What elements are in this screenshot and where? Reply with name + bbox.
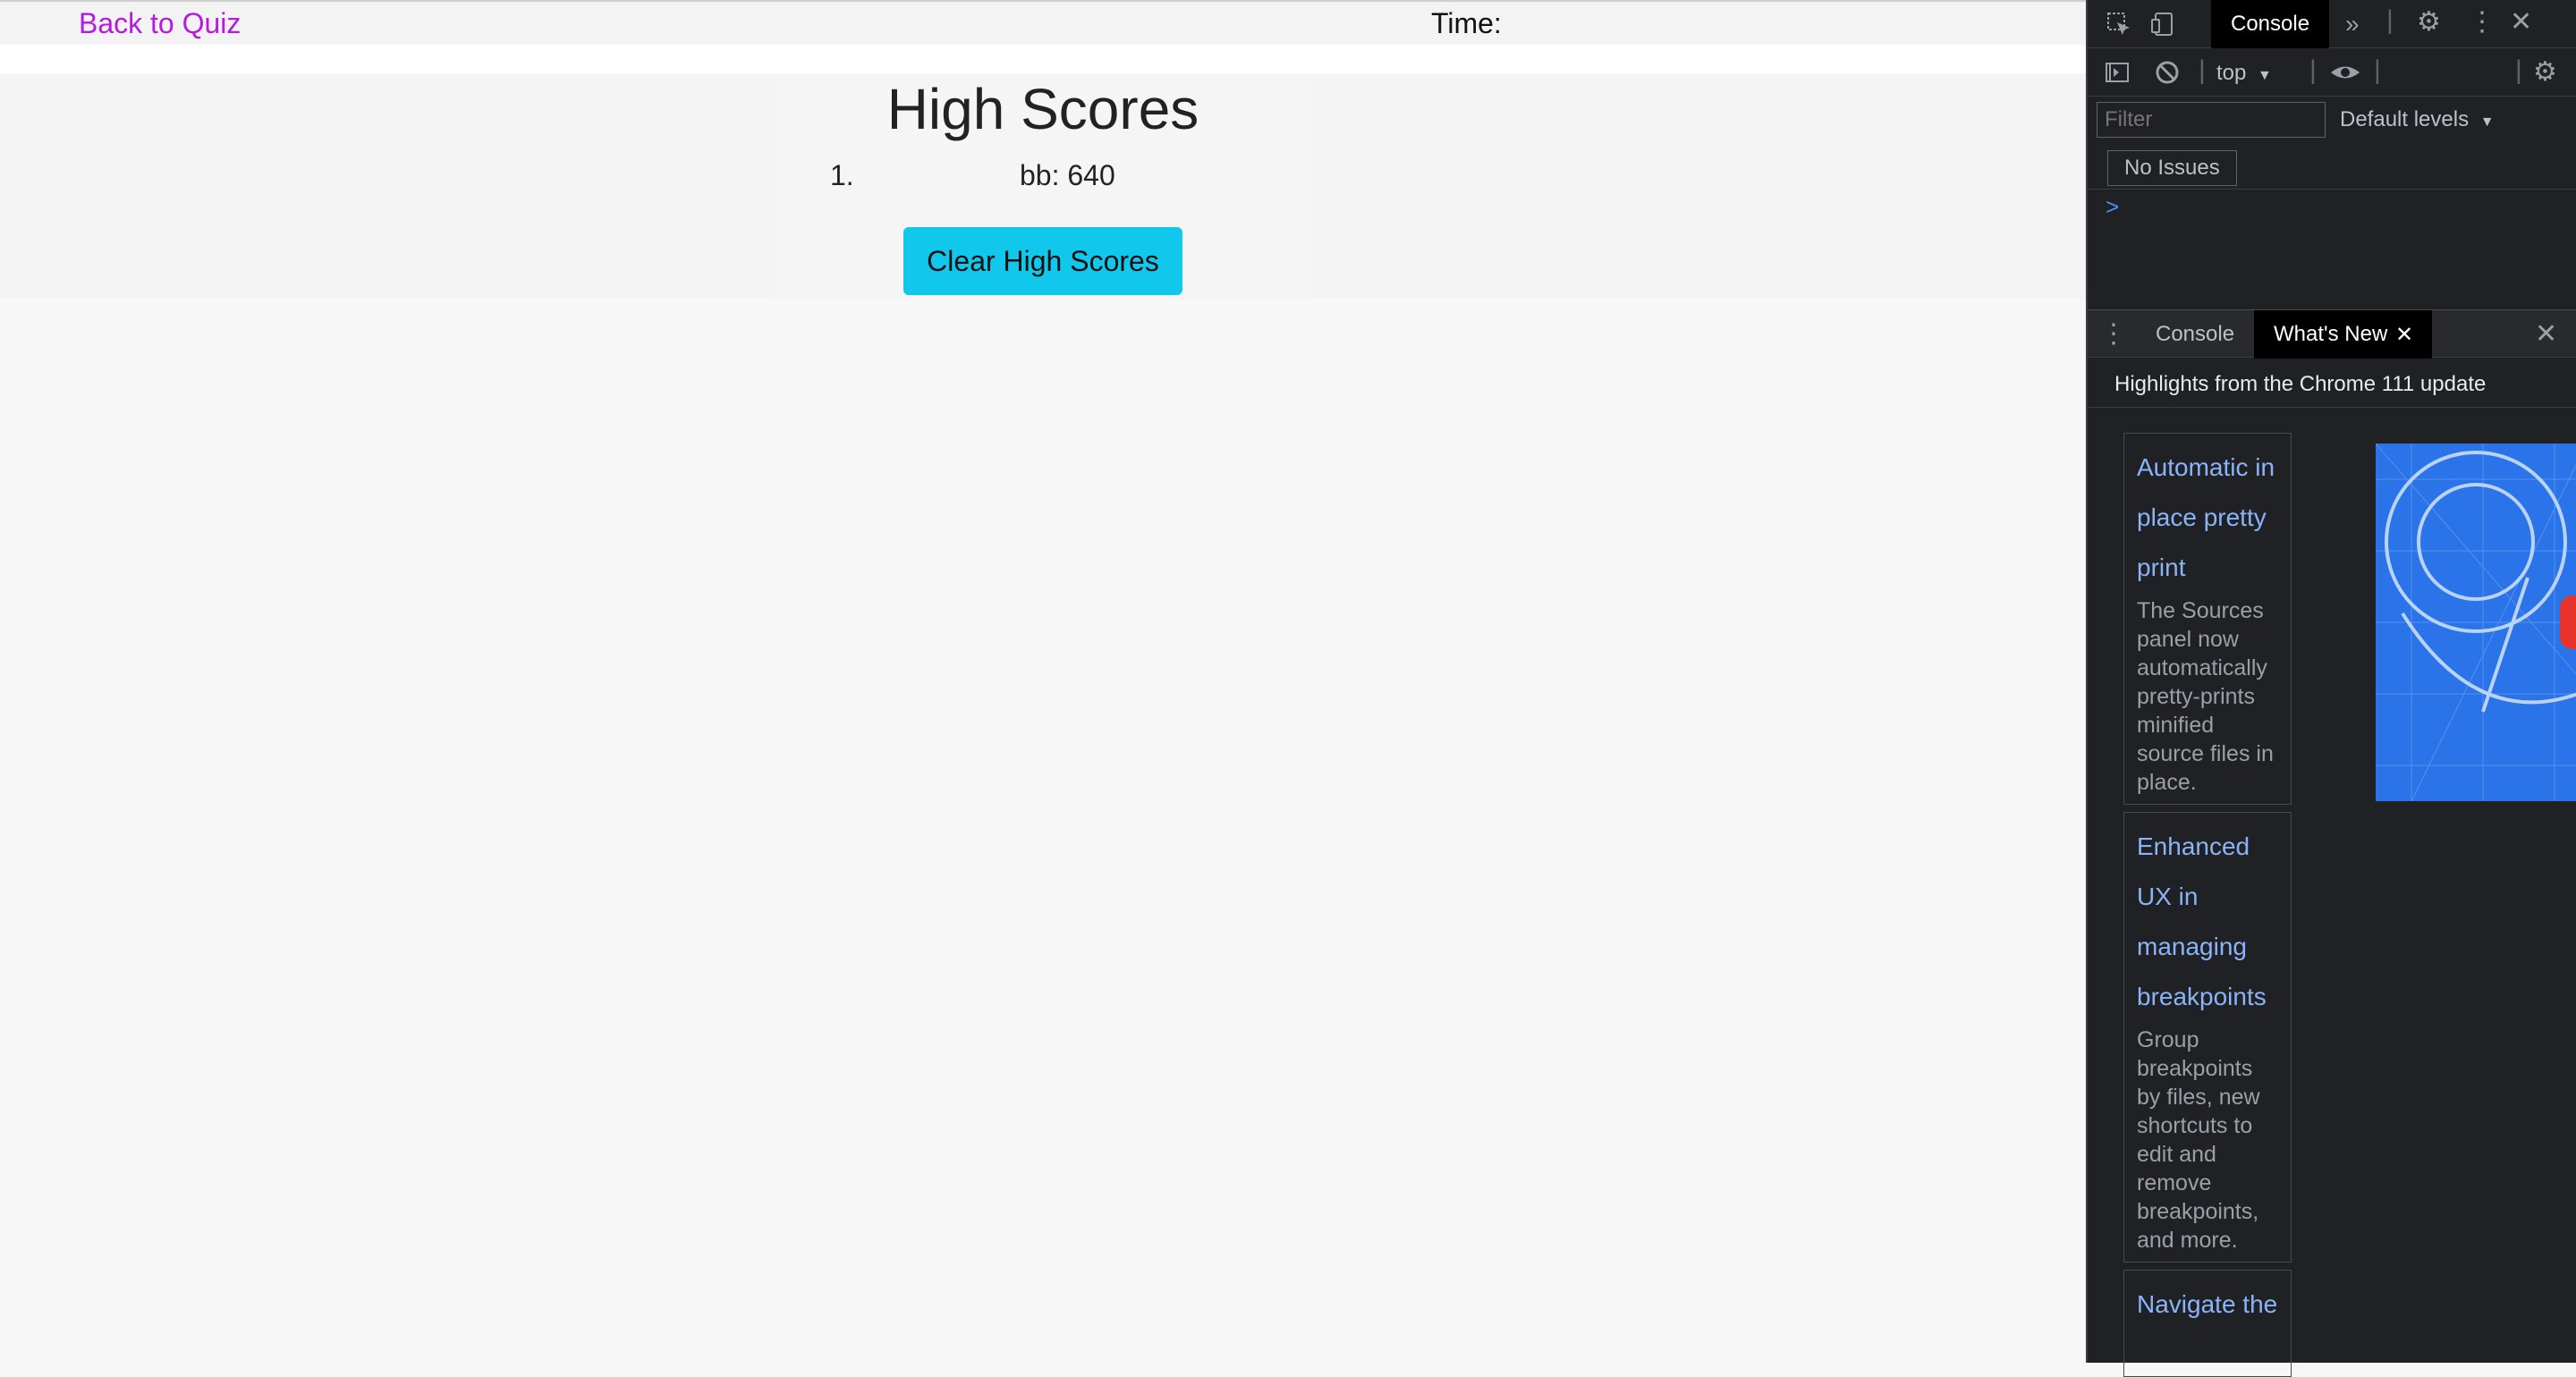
divider: | [2309,55,2317,85]
feature-card[interactable]: Navigate the [2123,1270,2292,1377]
close-drawer-icon[interactable]: ✕ [2535,321,2557,348]
time-label: Time: [1431,7,1502,39]
feature-description: The Sources panel now automatically pret… [2137,598,2274,795]
feature-title[interactable]: Enhanced UX in managing breakpoints [2137,822,2278,1022]
drawer-menu-icon[interactable]: ⋮ [2100,321,2127,348]
context-value: top [2216,61,2247,85]
sidebar-toggle-icon[interactable] [2104,59,2131,91]
feature-card[interactable]: Enhanced UX in managing breakpoints Grou… [2123,812,2292,1263]
chrome-promo-image [2376,444,2576,801]
console-output[interactable]: > [2088,190,2576,308]
score-list: 1. bb: 640 [823,157,1181,197]
score-entry: bb: 640 [1020,159,1115,191]
back-to-quiz-link[interactable]: Back to Quiz [79,7,241,40]
whats-new-highlight: Highlights from the Chrome 111 update [2114,372,2487,396]
timer: Time: [1431,7,1511,40]
devtools-tab-bar: Console » | ⚙ ⋮ ✕ [2088,0,2576,48]
eye-icon[interactable] [2329,59,2361,91]
console-settings-gear-icon[interactable]: ⚙ [2533,59,2557,86]
device-toolbar-icon[interactable] [2150,11,2177,43]
top-bar: Back to Quiz Time: [0,0,2086,45]
clear-high-scores-button[interactable]: Clear High Scores [903,227,1182,295]
page-title: High Scores [886,77,1199,141]
score-rank: 1. [830,159,854,191]
divider: | [2374,55,2381,85]
divider: | [2199,55,2206,85]
chevron-double-right-icon[interactable]: » [2345,11,2360,38]
caret-down-icon: ▼ [2258,68,2272,83]
drawer-tab-console[interactable]: Console [2136,310,2254,359]
feature-title[interactable]: Automatic in place pretty print [2137,443,2278,593]
close-icon[interactable]: ✕ [2510,9,2532,36]
log-levels-dropdown[interactable]: Default levels ▼ [2340,107,2495,132]
whats-new-header: Highlights from the Chrome 111 update [2088,359,2576,408]
kebab-menu-icon[interactable]: ⋮ [2469,9,2496,36]
drawer-tab-whats-new-label: What's New [2274,322,2388,346]
console-toolbar: | top ▼ | | | ⚙ [2088,48,2576,97]
filter-input[interactable] [2097,102,2326,138]
caret-down-icon: ▼ [2479,114,2495,130]
feature-description: Group breakpoints by files, new shortcut… [2137,1027,2260,1253]
score-item: 1. bb: 640 [823,157,1181,197]
issues-row: No Issues [2088,145,2576,190]
feature-card[interactable]: Automatic in place pretty print The Sour… [2123,433,2292,805]
feature-title[interactable]: Navigate the [2137,1280,2278,1330]
clear-console-icon[interactable] [2154,59,2181,91]
drawer-tab-bar: ⋮ Console What's New ✕ ✕ [2088,309,2576,359]
devtools-panel: Console » | ⚙ ⋮ ✕ | top ▼ | | | ⚙ Defaul… [2086,0,2576,1377]
gear-icon[interactable]: ⚙ [2417,9,2441,36]
quiz-page: Back to Quiz Time: High Scores 1. bb: 64… [0,0,2086,1363]
no-issues-button[interactable]: No Issues [2107,150,2237,186]
divider: | [2515,55,2522,85]
filter-row: Default levels ▼ [2088,97,2576,145]
context-selector[interactable]: top ▼ [2216,61,2272,86]
spacer-strip [0,45,2086,73]
tab-console[interactable]: Console [2211,0,2330,48]
log-levels-value: Default levels [2340,107,2470,131]
divider: | [2386,5,2394,35]
console-prompt-icon: > [2106,193,2120,220]
close-tab-icon[interactable]: ✕ [2395,322,2413,349]
inspect-element-icon[interactable] [2106,11,2132,43]
